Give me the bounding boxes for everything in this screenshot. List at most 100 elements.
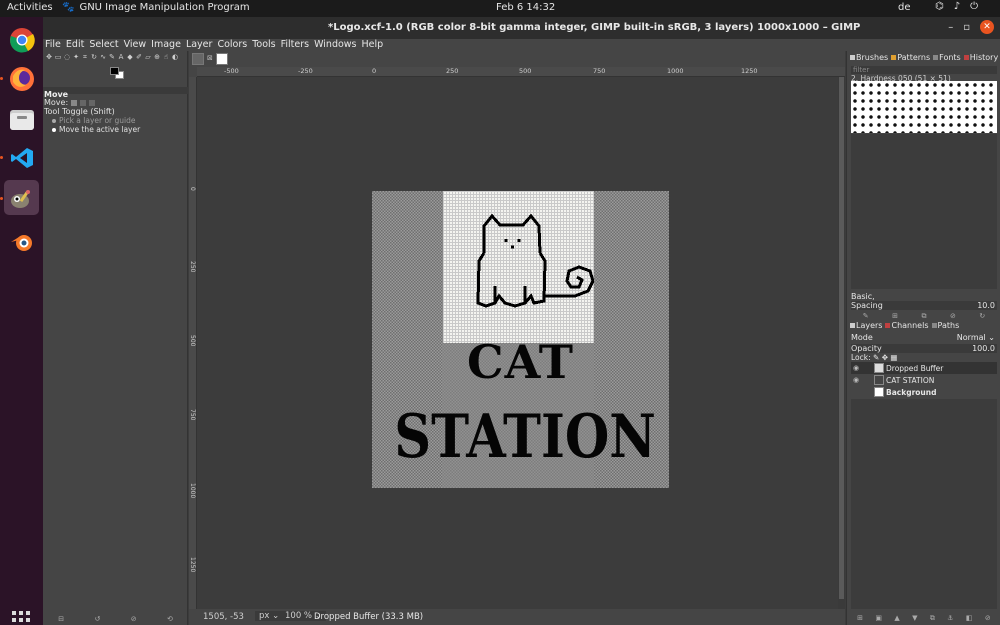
- menu-view[interactable]: View: [124, 39, 147, 51]
- raise-layer-icon[interactable]: ▲: [894, 614, 899, 623]
- image-tab-logo[interactable]: [216, 53, 228, 65]
- image-tab-thumbnail[interactable]: [192, 53, 204, 65]
- tab-layers[interactable]: Layers: [850, 321, 882, 330]
- menu-colors[interactable]: Colors: [217, 39, 247, 51]
- menu-tools[interactable]: Tools: [252, 39, 275, 51]
- maximize-button[interactable]: ▫: [963, 22, 970, 33]
- smudge-tool-icon[interactable]: ☝: [162, 53, 170, 61]
- lock-position-icon[interactable]: ✥: [882, 353, 888, 362]
- unit-select[interactable]: px ⌄: [255, 611, 284, 621]
- menu-windows[interactable]: Windows: [314, 39, 356, 51]
- paths-tool-icon[interactable]: ✎: [108, 53, 116, 61]
- tab-close-icon[interactable]: ⊠: [207, 54, 213, 62]
- menu-edit[interactable]: Edit: [66, 39, 84, 51]
- tab-fonts[interactable]: Fonts: [933, 53, 961, 62]
- tab-history[interactable]: History: [963, 53, 998, 62]
- vertical-ruler[interactable]: 0 250 500 750 1000 1250: [189, 77, 197, 609]
- brush-list-area[interactable]: [851, 134, 997, 289]
- move-path-mode-icon[interactable]: [89, 99, 96, 106]
- scrollbar-thumb[interactable]: [839, 77, 844, 599]
- canvas-vertical-scrollbar[interactable]: [838, 77, 845, 609]
- layer-row[interactable]: Background: [851, 386, 997, 398]
- rotate-tool-icon[interactable]: ↻: [90, 53, 98, 61]
- restore-icon[interactable]: ↺: [94, 615, 100, 625]
- menu-image[interactable]: Image: [151, 39, 181, 51]
- mask-layer-icon[interactable]: ◧: [966, 614, 973, 623]
- show-applications-button[interactable]: [12, 611, 30, 625]
- menu-help[interactable]: Help: [362, 39, 384, 51]
- paintbrush-tool-icon[interactable]: ✐: [135, 53, 143, 61]
- layer-row[interactable]: ◉ CAT STATION: [851, 374, 997, 386]
- activities-button[interactable]: Activities: [7, 2, 53, 13]
- window-controls: – ▫ ✕: [948, 20, 994, 34]
- warp-tool-icon[interactable]: ∿: [99, 53, 107, 61]
- menu-select[interactable]: Select: [89, 39, 118, 51]
- delete-brush-icon[interactable]: ⊘: [950, 312, 956, 321]
- minimize-button[interactable]: –: [948, 22, 953, 33]
- tab-channels[interactable]: Channels: [885, 321, 929, 330]
- input-language[interactable]: de: [898, 2, 911, 13]
- rect-select-tool-icon[interactable]: ▭: [54, 53, 62, 61]
- crop-tool-icon[interactable]: ⌗: [81, 53, 89, 61]
- logo-text-cat: CAT: [466, 335, 575, 389]
- eraser-tool-icon[interactable]: ▱: [144, 53, 152, 61]
- layer-row[interactable]: ◉ Dropped Buffer: [851, 362, 997, 374]
- move-tool-icon[interactable]: ✥: [45, 53, 53, 61]
- menu-file[interactable]: File: [45, 39, 61, 51]
- radio-move-active[interactable]: Move the active layer: [52, 125, 140, 134]
- delete-icon[interactable]: ⊘: [131, 615, 137, 625]
- anchor-layer-icon[interactable]: ⚓: [947, 614, 953, 623]
- app-menu[interactable]: 🐾 GNU Image Manipulation Program: [62, 2, 250, 13]
- gimp-launcher[interactable]: [4, 180, 39, 215]
- clock[interactable]: Feb 6 14:32: [496, 2, 555, 13]
- dropped-buffer-layer[interactable]: [443, 191, 594, 343]
- duplicate-brush-icon[interactable]: ⧉: [922, 312, 927, 321]
- tab-paths[interactable]: Paths: [931, 321, 959, 330]
- system-tray[interactable]: ⌬ ♪ ⏻: [935, 1, 978, 12]
- delete-layer-icon[interactable]: ⊘: [985, 614, 991, 623]
- reset-icon[interactable]: ⟲: [167, 615, 173, 625]
- layer-opacity-slider[interactable]: Opacity 100.0: [851, 344, 997, 353]
- new-brush-icon[interactable]: ⊞: [892, 312, 898, 321]
- spacing-slider[interactable]: Spacing 10.0: [851, 301, 997, 310]
- chrome-launcher[interactable]: [4, 22, 39, 57]
- lasso-tool-icon[interactable]: ◌: [63, 53, 71, 61]
- tab-brushes[interactable]: Brushes: [850, 53, 888, 62]
- brush-grid[interactable]: [851, 81, 997, 133]
- text-tool-icon[interactable]: A: [117, 53, 125, 61]
- fg-bg-colors[interactable]: [110, 67, 124, 79]
- close-button[interactable]: ✕: [980, 20, 994, 34]
- ruler-corner[interactable]: [189, 67, 197, 77]
- menu-layer[interactable]: Layer: [186, 39, 213, 51]
- lower-layer-icon[interactable]: ▼: [912, 614, 917, 623]
- new-group-icon[interactable]: ▣: [875, 614, 882, 623]
- layer-mode-select[interactable]: Mode Normal ⌄: [851, 333, 997, 343]
- brush-filter-input[interactable]: filter: [851, 66, 997, 74]
- radio-pick-layer[interactable]: Pick a layer or guide: [52, 116, 136, 125]
- refresh-brush-icon[interactable]: ↻: [979, 312, 985, 321]
- bucket-fill-tool-icon[interactable]: ◆: [126, 53, 134, 61]
- clone-tool-icon[interactable]: ⊕: [153, 53, 161, 61]
- lock-pixels-icon[interactable]: ✎: [873, 353, 879, 362]
- move-layer-mode-icon[interactable]: [71, 99, 78, 106]
- edit-brush-icon[interactable]: ✎: [863, 312, 869, 321]
- new-layer-icon[interactable]: ⊞: [857, 614, 863, 623]
- foreground-color-swatch[interactable]: [110, 67, 119, 75]
- lock-alpha-icon[interactable]: ▦: [890, 353, 897, 362]
- vscode-launcher[interactable]: [4, 140, 39, 175]
- blender-launcher[interactable]: [4, 224, 39, 259]
- duplicate-layer-icon[interactable]: ⧉: [930, 614, 935, 623]
- visibility-eye-icon[interactable]: ◉: [853, 376, 859, 384]
- save-preset-icon[interactable]: ⊟: [58, 615, 64, 625]
- volume-icon: ♪: [953, 1, 961, 12]
- horizontal-ruler[interactable]: -500 -250 0 250 500 750 1000 1250: [197, 67, 845, 77]
- move-selection-mode-icon[interactable]: [80, 99, 87, 106]
- visibility-eye-icon[interactable]: ◉: [853, 364, 859, 372]
- files-launcher[interactable]: [4, 101, 39, 136]
- tab-patterns[interactable]: Patterns: [891, 53, 930, 62]
- firefox-launcher[interactable]: [4, 61, 39, 96]
- window-titlebar[interactable]: *Logo.xcf-1.0 (RGB color 8-bit gamma int…: [43, 17, 1000, 39]
- dodge-tool-icon[interactable]: ◐: [171, 53, 179, 61]
- menu-filters[interactable]: Filters: [281, 39, 309, 51]
- fuzzy-select-tool-icon[interactable]: ✦: [72, 53, 80, 61]
